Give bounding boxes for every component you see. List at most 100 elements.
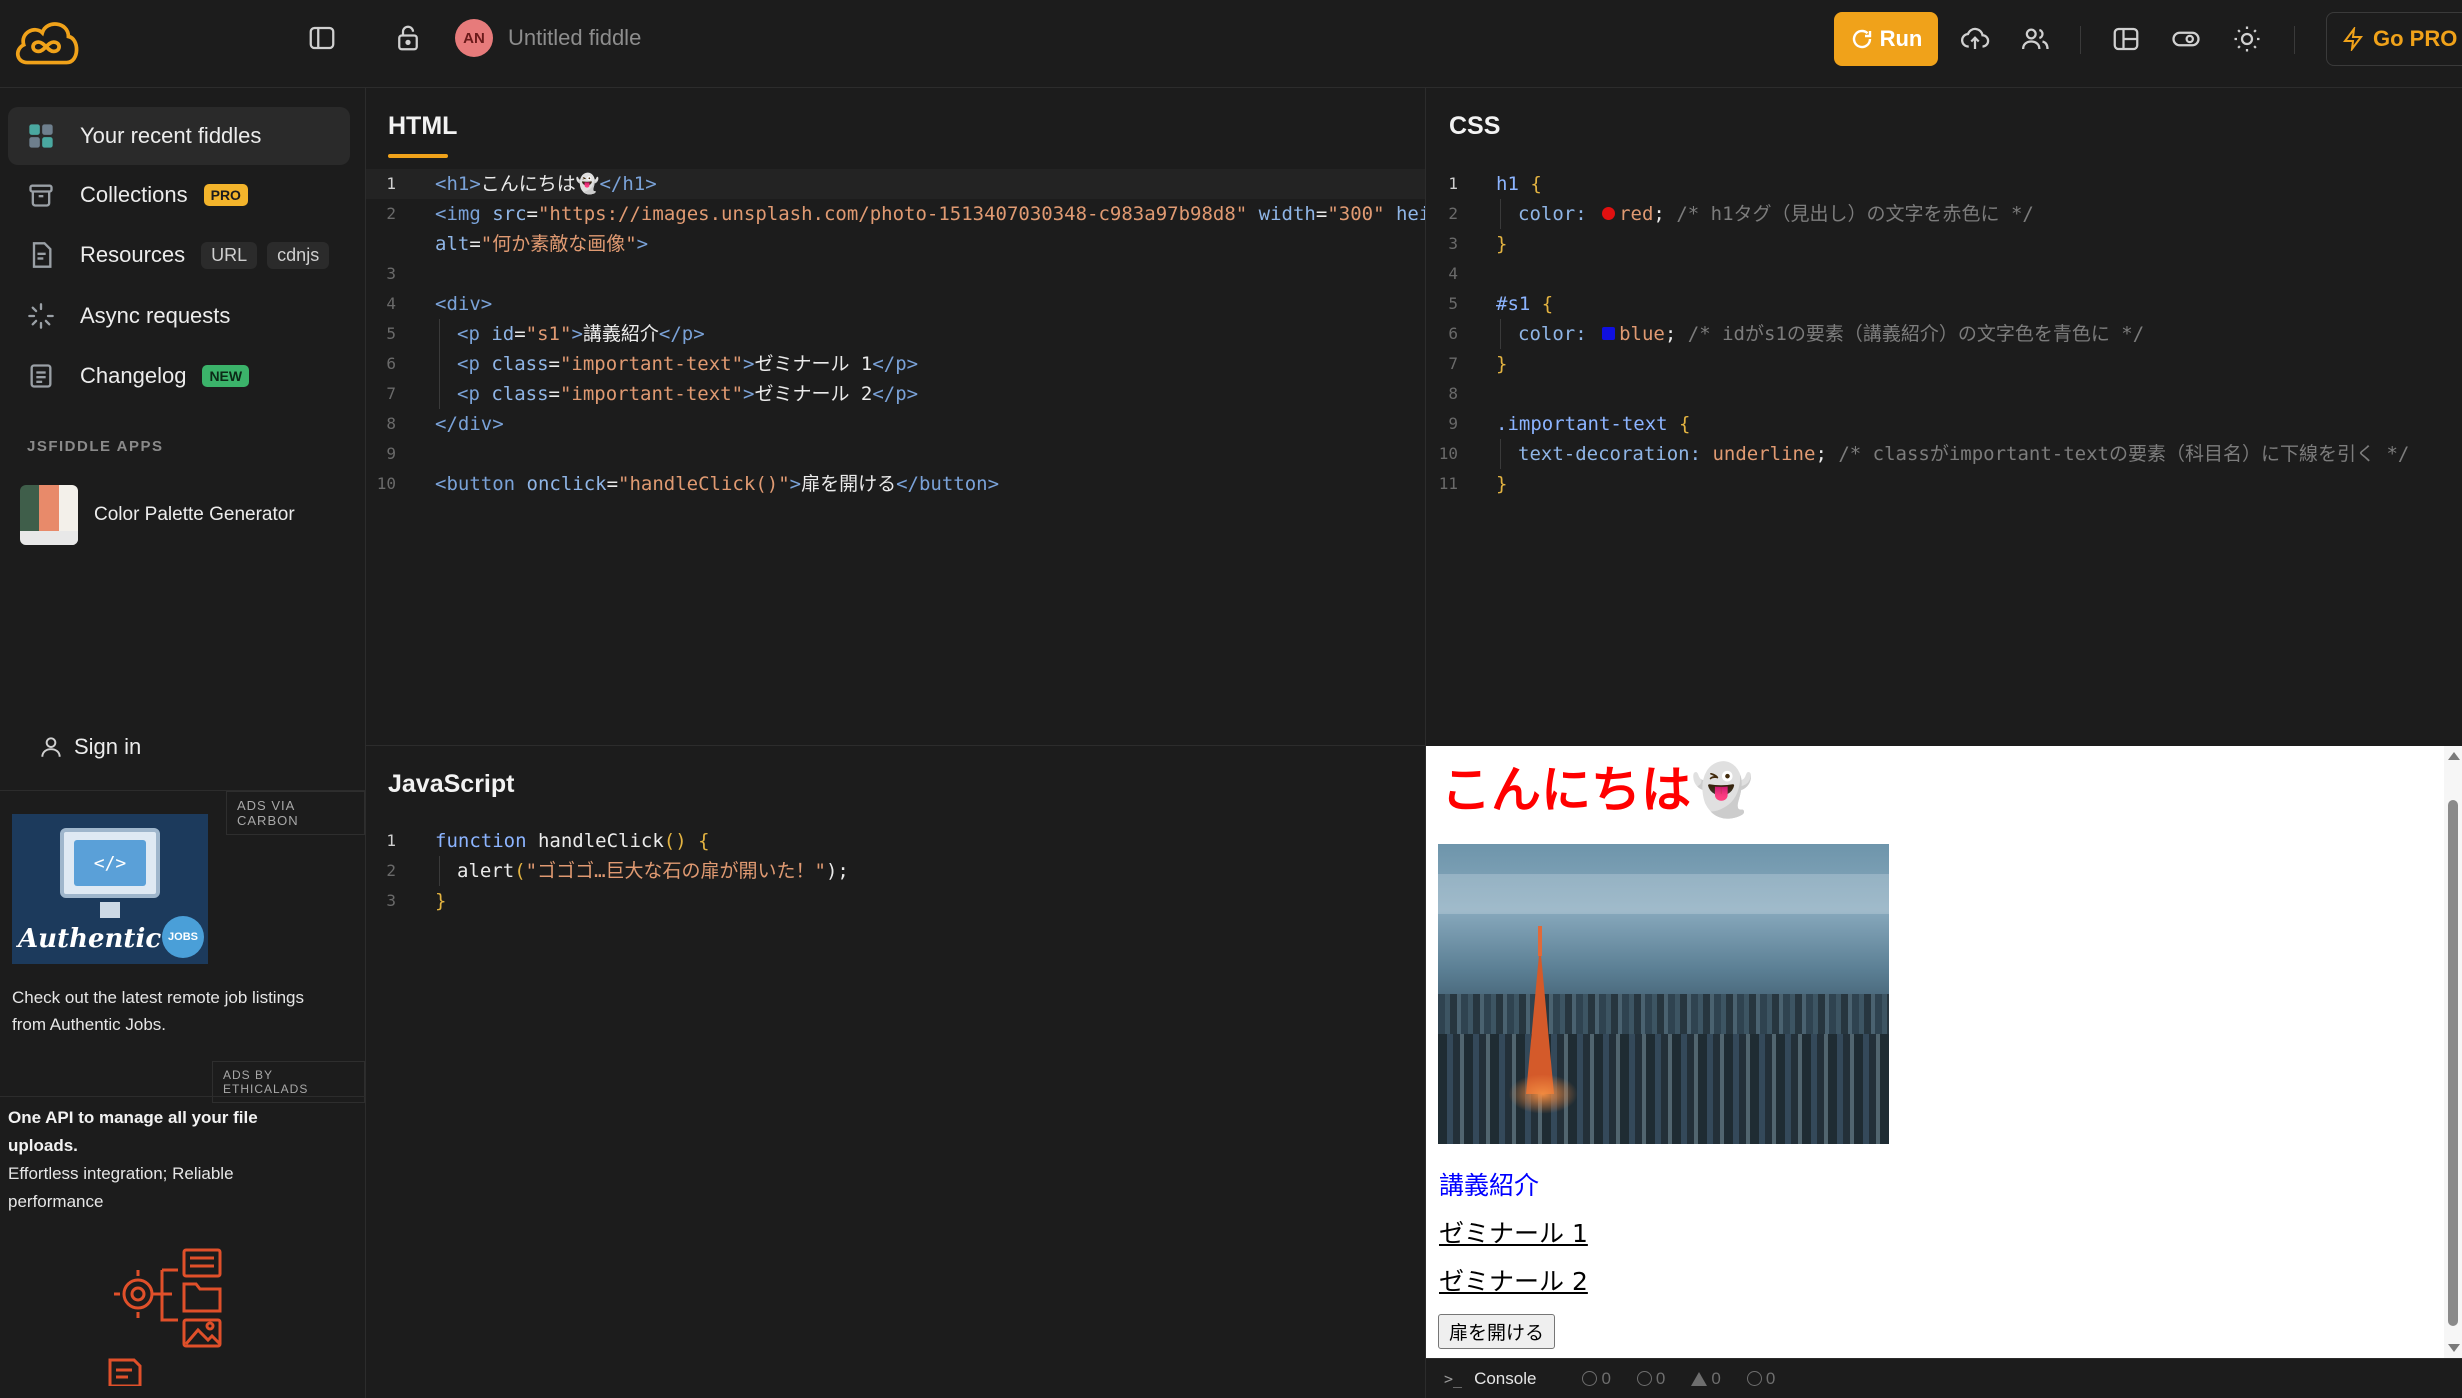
top-bar: AN Untitled fiddle Run Go PRO [0,0,2462,88]
preview-open-door-button[interactable]: 扉を開ける [1438,1314,1556,1349]
new-badge: NEW [202,365,250,387]
code-line: alert("ゴゴゴ…巨大な石の扉が開いた！"); [457,860,849,882]
cdnjs-tag[interactable]: cdnjs [267,241,330,269]
file-upload-ad-image[interactable] [104,1236,234,1388]
user-icon [38,734,64,760]
sign-in-button[interactable]: Sign in [38,734,141,760]
color-palette-app-icon [20,485,78,545]
code-line: color: red; /* h1タグ（見出し）の文字を赤色に */ [1518,203,2034,225]
toggle-icon[interactable] [2164,17,2208,61]
scroll-up-arrow-icon[interactable] [2448,752,2460,760]
preview-seminar-1: ゼミナール 1 [1439,1219,1588,1248]
info-count[interactable]: 0 [1636,1369,1665,1389]
lock-icon[interactable] [386,16,430,60]
error-icon [1746,1371,1762,1386]
js-panel-title: JavaScript [388,770,515,798]
sidebar-item-label: Your recent fiddles [80,123,262,148]
sun-icon[interactable] [2225,17,2269,61]
layout-icon[interactable] [2104,17,2148,61]
list-icon [26,361,56,391]
warning-count[interactable]: 0 [1691,1369,1721,1389]
header-divider [2080,26,2081,54]
sidebar-item-label: Resources [80,242,186,267]
go-pro-label: Go PRO [2373,26,2458,51]
code-line: <h1>こんにちは👻</h1> [435,173,657,195]
code-line: .important-text { [1496,413,1691,435]
info-icon [1582,1371,1598,1386]
indent-guide [1500,199,1501,229]
ethical-ad-title[interactable]: One API to manage all your file uploads. [8,1104,308,1160]
scroll-down-arrow-icon[interactable] [2448,1344,2460,1352]
color-swatch-red[interactable] [1602,206,1616,220]
sidebar-item-recent-fiddles[interactable]: Your recent fiddles [8,107,350,165]
horizontal-splitter[interactable] [366,745,1426,746]
carbon-ad-image[interactable]: </> Authentic JOBS [12,814,208,964]
file-icon [26,240,56,270]
css-editor[interactable]: h1 { color: red; /* h1タグ（見出し）の文字を赤色に */ … [1426,160,2462,744]
code-line: } [435,890,447,912]
sidebar-item-changelog[interactable]: Changelog NEW [8,347,350,405]
indent-guide [1500,439,1501,469]
users-icon[interactable] [2013,17,2057,61]
sidebar-item-async-requests[interactable]: Async requests [8,287,350,345]
sidebar-item-label: Collections [80,182,188,207]
code-line: h1 { [1496,173,1542,195]
ads-via-carbon-label[interactable]: ADS VIA CARBON [226,791,365,835]
scrollbar-thumb[interactable] [2448,800,2458,1326]
js-editor[interactable]: function handleClick() { alert("ゴゴゴ…巨大な石… [366,817,1425,1397]
code-line: alt="何か素敵な画像"> [435,233,649,255]
sidebar-item-resources[interactable]: Resources URL cdnjs [8,226,350,284]
sidebar-item-collections[interactable]: Collections PRO [8,166,350,224]
sidebar-toggle-icon[interactable] [300,16,344,60]
html-editor[interactable]: <h1>こんにちは👻</h1> <img src="https://images… [366,160,1425,744]
code-line: <img src="https://images.unsplash.com/ph… [435,203,1425,225]
fiddle-title[interactable]: Untitled fiddle [508,25,641,51]
indent-guide [439,856,440,886]
code-line: <div> [435,293,493,315]
grid-icon [26,121,56,151]
console-toggle[interactable]: Console [1474,1369,1536,1389]
console-bar: >_ Console 0 0 0 0 [1426,1358,2462,1398]
preview-seminar-2: ゼミナール 2 [1439,1267,1588,1296]
header-divider [2294,26,2295,54]
code-line: function handleClick() { [435,830,710,852]
code-line: } [1496,233,1508,255]
log-count[interactable]: 0 [1582,1369,1611,1389]
url-tag[interactable]: URL [201,241,258,269]
indent-guide [439,319,440,409]
code-line: } [1496,473,1508,495]
code-line: } [1496,353,1508,375]
avatar[interactable]: AN [455,19,493,57]
run-button[interactable]: Run [1834,12,1938,66]
result-preview[interactable]: こんにちは👻 講義紹介 ゼミナール 1 ゼミナール 2 扉を開ける [1426,746,2462,1358]
color-swatch-blue[interactable] [1602,326,1616,340]
sidebar-item-label: Async requests [80,303,231,328]
app-item-color-palette[interactable]: Color Palette Generator [20,485,295,545]
carbon-ad-text[interactable]: Check out the latest remote job listings… [12,984,342,1038]
ethical-ad-text[interactable]: Effortless integration; Reliable perform… [8,1160,308,1216]
css-panel-title: CSS [1449,112,1501,140]
go-pro-button[interactable]: Go PRO [2326,12,2462,66]
code-line: <p class="important-text">ゼミナール 2</p> [457,383,919,405]
code-line: text-decoration: underline; /* classがimp… [1518,443,2410,465]
jsfiddle-logo-icon[interactable] [10,14,84,72]
terminal-icon: >_ [1444,1369,1463,1388]
preview-scrollbar[interactable] [2444,746,2462,1358]
indent-guide [1500,319,1501,349]
sidebar-item-label: Changelog [80,363,187,388]
sidebar: Your recent fiddles Collections PRO Reso… [0,88,366,1398]
carbon-ad-logo: Authentic [18,924,162,954]
jobs-badge: JOBS [162,916,204,958]
tokyo-tower [1526,944,1554,1094]
preview-heading: こんにちは👻 [1441,761,1754,819]
preview-image [1438,844,1889,1144]
code-line: <p class="important-text">ゼミナール 1</p> [457,353,919,375]
code-line: <p id="s1">講義紹介</p> [457,323,705,345]
active-tab-indicator [388,154,448,158]
code-line: #s1 { [1496,293,1554,315]
preview-lecture-intro: 講義紹介 [1439,1171,1540,1200]
code-line: <button onclick="handleClick()">扉を開ける</b… [435,473,1000,495]
upload-cloud-icon[interactable] [1953,17,1997,61]
run-label: Run [1879,26,1923,51]
error-count[interactable]: 0 [1746,1369,1775,1389]
